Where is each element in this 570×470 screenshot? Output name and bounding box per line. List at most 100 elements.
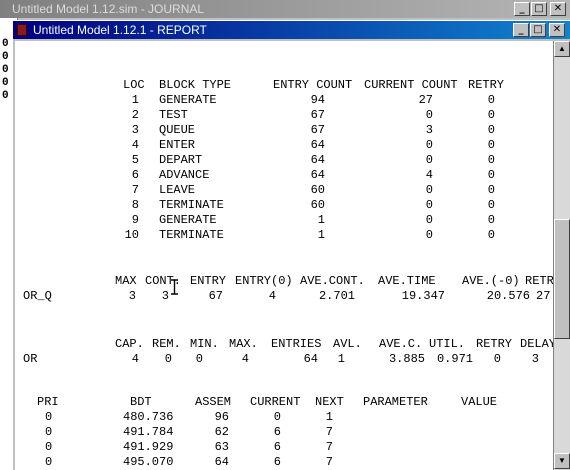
report-minimize-button[interactable]: _	[513, 23, 529, 37]
fec-current: 0	[273, 410, 281, 424]
queue-avetime: 19.347	[401, 289, 445, 303]
journal-maximize-button[interactable]: □	[531, 2, 547, 16]
block-entry-count: 64	[310, 153, 325, 167]
block-type: DEPART	[159, 153, 203, 167]
block-current-count: 0	[425, 213, 433, 227]
storage-min: 0	[195, 352, 203, 366]
queue-header-entry: ENTRY	[190, 274, 227, 288]
queue-header-entry0: ENTRY(0)	[235, 274, 293, 288]
block-type: LEAVE	[159, 183, 196, 197]
block-type: ENTER	[159, 138, 196, 152]
fec-next: 7	[325, 455, 333, 469]
block-loc: 2	[131, 108, 139, 122]
fec-assem: 96	[214, 410, 229, 424]
block-entry-count: 67	[310, 108, 325, 122]
fec-header-parameter: PARAMETER	[363, 395, 428, 409]
fec-pri: 0	[45, 455, 53, 469]
report-maximize-button[interactable]: □	[530, 23, 546, 37]
fec-next: 7	[325, 440, 333, 454]
scroll-down-button[interactable]: ▼	[554, 453, 570, 469]
block-retry: 0	[487, 213, 495, 227]
block-retry: 0	[487, 138, 495, 152]
scrollbar-thumb[interactable]	[554, 219, 570, 339]
storage-header-retry: RETRY	[476, 337, 513, 351]
block-loc: 9	[131, 213, 139, 227]
journal-close-button[interactable]: ✕	[550, 2, 566, 16]
scroll-up-button[interactable]: ▲	[554, 41, 570, 57]
queue-max: 3	[128, 289, 136, 303]
fec-pri: 0	[45, 425, 53, 439]
report-close-button[interactable]: ✕	[549, 23, 565, 37]
block-loc: 7	[131, 183, 139, 197]
block-type: GENERATE	[159, 213, 217, 227]
storage-header-rem: REM.	[152, 337, 181, 351]
queue-retry: 27	[536, 289, 551, 303]
fec-assem: 62	[214, 425, 229, 439]
queue-avecont: 2.701	[318, 289, 355, 303]
block-header-current: CURRENT COUNT	[364, 78, 458, 92]
fec-header-pri: PRI	[37, 395, 59, 409]
fec-bdt: 491.929	[123, 440, 174, 454]
queue-header-retry: RETR	[525, 274, 553, 288]
storage-max: 4	[241, 352, 249, 366]
block-type: ADVANCE	[159, 168, 210, 182]
block-current-count: 27	[418, 93, 433, 107]
fec-bdt: 495.070	[123, 455, 174, 469]
block-current-count: 0	[425, 183, 433, 197]
block-entry-count: 60	[310, 183, 325, 197]
report-window-titlebar[interactable]: Untitled Model 1.12.1 - REPORT _ □ ✕	[13, 21, 570, 39]
block-retry: 0	[487, 183, 495, 197]
storage-header-avl: AVL.	[333, 337, 362, 351]
block-retry: 0	[487, 108, 495, 122]
storage-header-delay: DELAY	[520, 337, 553, 351]
report-window: Untitled Model 1.12.1 - REPORT _ □ ✕ LOC…	[12, 20, 570, 470]
report-window-title: Untitled Model 1.12.1 - REPORT	[33, 23, 207, 37]
block-current-count: 0	[425, 228, 433, 242]
storage-header-cap: CAP.	[115, 337, 144, 351]
block-loc: 4	[131, 138, 139, 152]
block-entry-count: 1	[317, 228, 325, 242]
block-retry: 0	[487, 93, 495, 107]
block-retry: 0	[487, 153, 495, 167]
block-current-count: 0	[425, 153, 433, 167]
queue-header-max: MAX	[115, 274, 137, 288]
journal-window-titlebar[interactable]: Untitled Model 1.12.sim - JOURNAL _ □ ✕	[0, 0, 570, 18]
report-app-icon[interactable]	[17, 24, 27, 36]
block-loc: 1	[131, 93, 139, 107]
block-header-entry: ENTRY COUNT	[273, 78, 353, 92]
storage-header-max: MAX.	[229, 337, 258, 351]
block-type: TERMINATE	[159, 228, 224, 242]
block-current-count: 0	[425, 198, 433, 212]
journal-window-title: Untitled Model 1.12.sim - JOURNAL	[12, 2, 205, 16]
fec-next: 1	[325, 410, 333, 424]
storage-header-util: UTIL.	[429, 337, 466, 351]
storage-header-entries: ENTRIES	[271, 337, 322, 351]
block-entry-count: 64	[310, 138, 325, 152]
block-current-count: 4	[425, 168, 433, 182]
storage-avl: 1	[337, 352, 345, 366]
fec-current: 6	[273, 425, 281, 439]
fec-pri: 0	[45, 410, 53, 424]
block-loc: 3	[131, 123, 139, 137]
queue-name: OR_Q	[23, 289, 52, 303]
storage-cap: 4	[131, 352, 139, 366]
block-retry: 0	[487, 123, 495, 137]
fec-header-bdt: BDT	[130, 395, 152, 409]
fec-assem: 64	[214, 455, 229, 469]
journal-minimize-button[interactable]: _	[514, 2, 530, 16]
report-text-area[interactable]: LOC BLOCK TYPE ENTRY COUNT CURRENT COUNT…	[15, 41, 553, 470]
queue-cont: 3	[161, 289, 169, 303]
fec-header-current: CURRENT	[250, 395, 301, 409]
fec-header-assem: ASSEM	[195, 395, 232, 409]
queue-ave-minus0: 20.576	[486, 289, 530, 303]
vertical-scrollbar[interactable]: ▲ ▼	[553, 41, 570, 470]
block-retry: 0	[487, 198, 495, 212]
fec-current: 6	[273, 440, 281, 454]
fec-pri: 0	[45, 440, 53, 454]
block-type: TERMINATE	[159, 198, 224, 212]
block-type: QUEUE	[159, 123, 196, 137]
storage-avec: 3.885	[388, 352, 425, 366]
block-loc: 6	[131, 168, 139, 182]
storage-util: 0.971	[436, 352, 473, 366]
block-header-loc: LOC	[123, 78, 145, 92]
